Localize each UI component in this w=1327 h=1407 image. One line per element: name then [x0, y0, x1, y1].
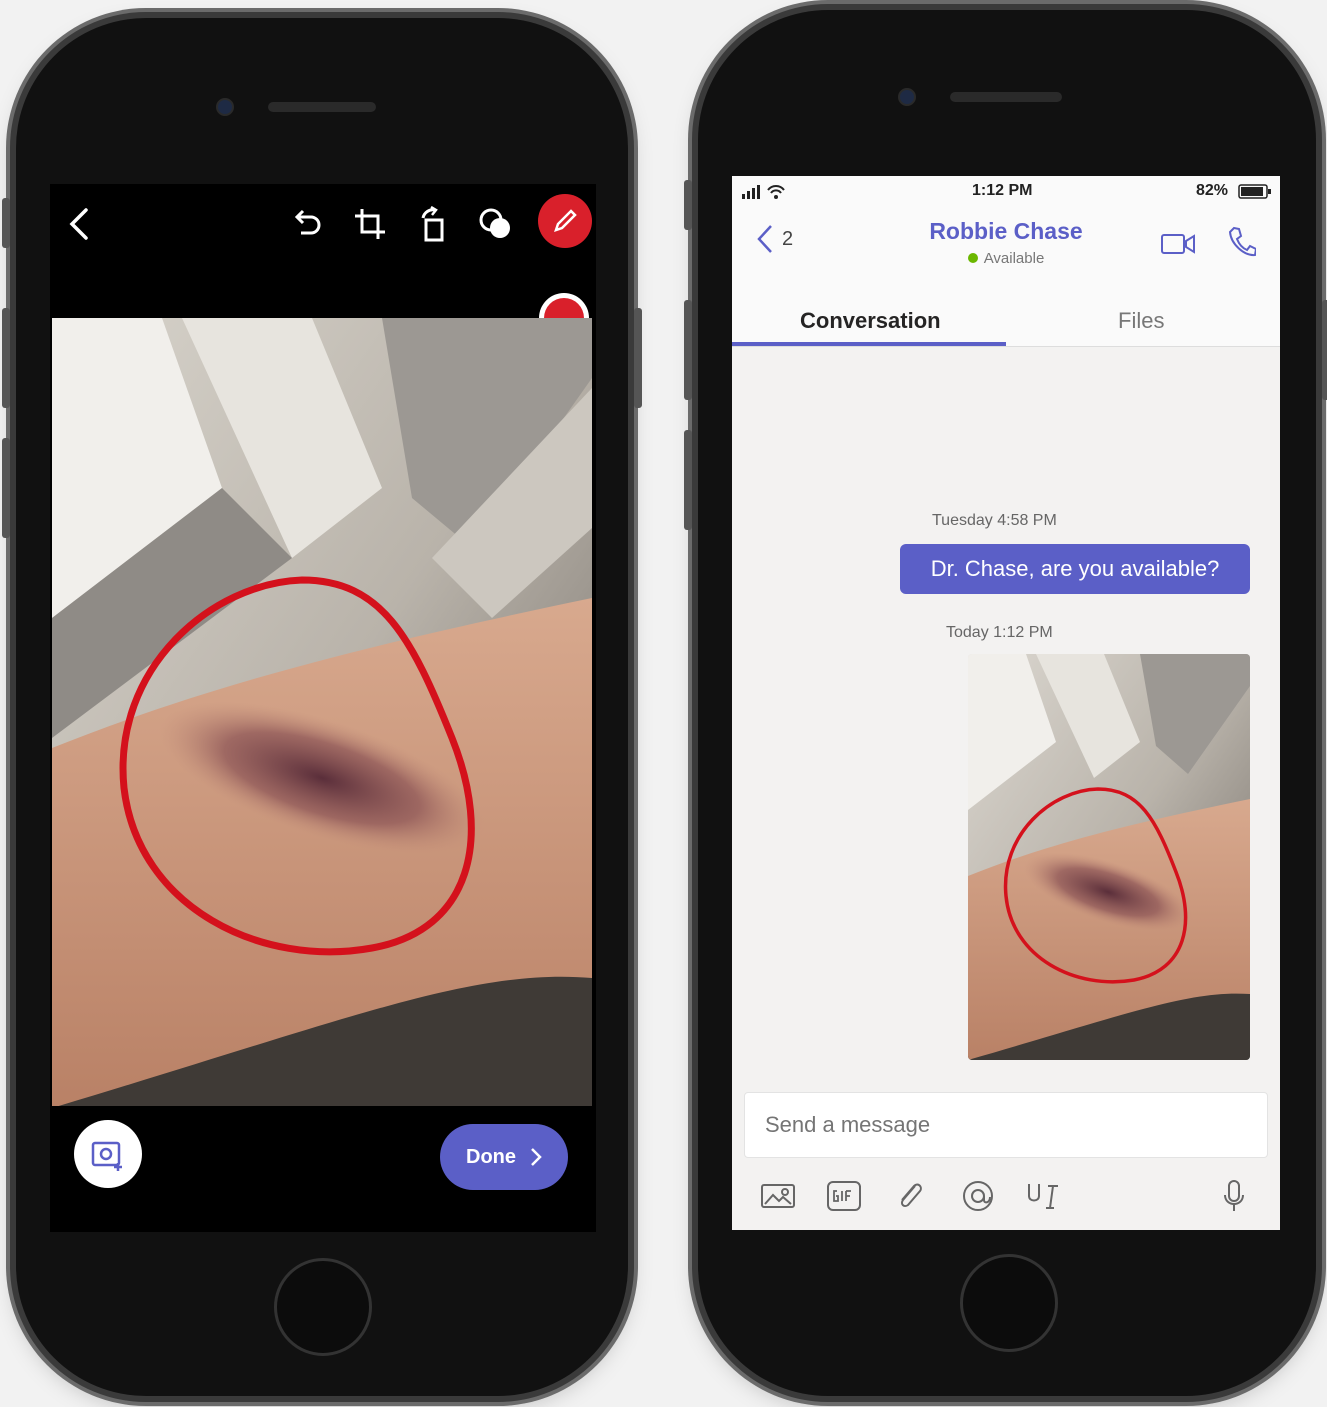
status-time: 1:12 PM: [972, 182, 1033, 199]
message-timestamp: Tuesday 4:58 PM: [932, 512, 1057, 529]
available-dot-icon: [967, 253, 978, 263]
microphone-icon[interactable]: [1214, 1176, 1254, 1216]
power-button: [634, 308, 642, 408]
chat-phone: 1:12 PM 82% 2 Robbie Chase Available Con…: [684, 10, 1327, 1396]
chevron-left-icon[interactable]: [58, 202, 102, 246]
volume-up-button: [684, 300, 692, 400]
undo-icon[interactable]: [286, 202, 330, 246]
message-compose-box[interactable]: [744, 1092, 1268, 1158]
volume-down-button: [2, 438, 10, 538]
chevron-right-icon: [531, 1148, 542, 1166]
tab-files[interactable]: Files: [1118, 308, 1164, 334]
battery-icon: [1238, 184, 1271, 199]
sent-image-thumbnail[interactable]: [968, 654, 1250, 1060]
front-camera: [898, 88, 916, 106]
presence-label: Available: [983, 250, 1045, 267]
home-button[interactable]: [960, 1254, 1058, 1352]
status-bar: 1:12 PM 82%: [732, 176, 1280, 206]
message-input[interactable]: [763, 1111, 1267, 1139]
contact-name[interactable]: Robbie Chase: [732, 218, 1280, 245]
power-button: [1322, 300, 1327, 400]
crop-icon[interactable]: [348, 202, 392, 246]
earpiece-speaker: [268, 102, 376, 112]
tab-conversation[interactable]: Conversation: [800, 308, 941, 334]
add-photo-button[interactable]: [74, 1120, 142, 1188]
volume-down-button: [684, 430, 692, 530]
done-button[interactable]: Done: [440, 1124, 568, 1190]
rotate-icon[interactable]: [412, 202, 456, 246]
video-call-icon[interactable]: [1160, 232, 1196, 256]
filter-icon[interactable]: [474, 202, 518, 246]
mute-switch: [684, 180, 692, 230]
attach-icon[interactable]: [890, 1176, 930, 1216]
camera-add-icon: [91, 1141, 122, 1171]
home-button[interactable]: [274, 1258, 372, 1356]
earpiece-speaker: [950, 92, 1062, 102]
done-label: Done: [466, 1145, 516, 1168]
signal-wifi-icon: [742, 185, 785, 199]
front-camera: [216, 98, 234, 116]
mute-switch: [2, 198, 10, 248]
message-timestamp: Today 1:12 PM: [946, 624, 1053, 641]
presence-status: Available: [732, 250, 1280, 267]
bruise-photo[interactable]: [52, 318, 592, 1106]
editor-screen: Done: [50, 184, 596, 1232]
chat-screen: 1:12 PM 82% 2 Robbie Chase Available Con…: [732, 176, 1280, 1230]
mention-icon[interactable]: [958, 1176, 998, 1216]
image-icon[interactable]: [758, 1176, 798, 1216]
gif-icon[interactable]: [824, 1176, 864, 1216]
pen-button[interactable]: [538, 194, 592, 248]
message-bubble[interactable]: Dr. Chase, are you available?: [900, 544, 1250, 594]
pen-icon: [554, 209, 577, 232]
battery-percent: 82%: [1196, 182, 1229, 199]
format-text-icon[interactable]: [1024, 1176, 1064, 1216]
volume-up-button: [2, 308, 10, 408]
editor-phone: Done: [2, 18, 642, 1396]
active-tab-indicator: [732, 342, 1006, 346]
phone-call-icon[interactable]: [1228, 226, 1256, 258]
